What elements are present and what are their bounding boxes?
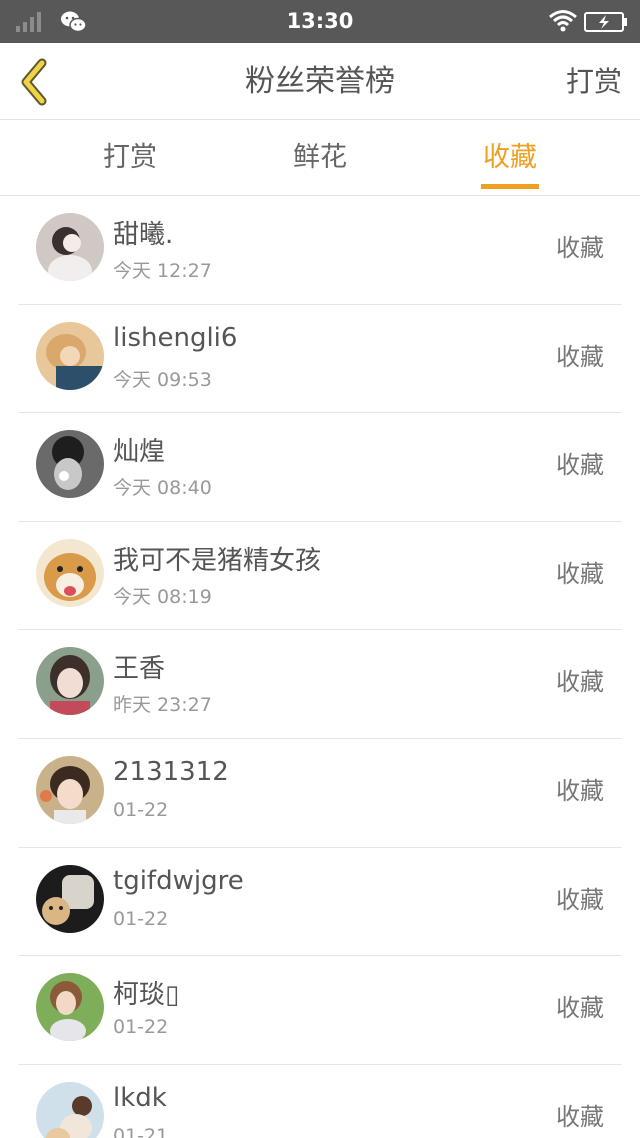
list-item[interactable]: 灿煌 今天 08:40 收藏 xyxy=(0,413,640,522)
timestamp: 01-22 xyxy=(113,798,169,821)
action-label: 收藏 xyxy=(556,234,604,262)
user-name: 柯琰▯ xyxy=(113,980,180,1011)
nav-bar: 粉丝荣誉榜 打赏 xyxy=(0,43,640,120)
timestamp: 今天 08:40 xyxy=(113,477,212,500)
list-item[interactable]: 甜曦. 今天 12:27 收藏 xyxy=(0,196,640,305)
list-item[interactable]: lkdk 01-21 收藏 xyxy=(0,1065,640,1138)
status-time: 13:30 xyxy=(286,9,354,33)
action-label: 收藏 xyxy=(556,559,604,588)
user-name: 王香 xyxy=(113,654,166,685)
tab-active-indicator xyxy=(481,184,539,189)
action-label: 收藏 xyxy=(556,776,604,805)
action-label: 收藏 xyxy=(556,342,604,371)
action-label: 收藏 xyxy=(556,451,604,480)
tab-tip[interactable]: 打赏 xyxy=(70,121,190,196)
timestamp: 01-22 xyxy=(113,907,169,930)
avatar xyxy=(36,647,104,716)
avatar xyxy=(36,864,104,933)
action-label: 收藏 xyxy=(556,668,604,697)
avatar xyxy=(36,321,104,390)
user-name: lkdk xyxy=(113,1082,167,1113)
avatar xyxy=(36,755,104,824)
action-label: 收藏 xyxy=(556,885,604,914)
tab-bar: 打赏 鲜花 收藏 xyxy=(0,121,640,196)
tab-flowers[interactable]: 鲜花 xyxy=(260,121,380,196)
action-label: 收藏 xyxy=(556,994,604,1023)
avatar xyxy=(36,1081,104,1138)
avatar xyxy=(36,430,104,499)
avatar xyxy=(36,973,104,1042)
timestamp: 今天 09:53 xyxy=(113,368,212,391)
timestamp: 01-22 xyxy=(113,1016,169,1039)
timestamp: 01-21 xyxy=(113,1124,169,1138)
timestamp: 今天 08:19 xyxy=(113,585,212,608)
fan-list: 甜曦. 今天 12:27 收藏 lishengli6 今天 09:53 收藏 灿… xyxy=(0,196,640,1138)
tip-button[interactable]: 打赏 xyxy=(566,43,622,120)
user-name: 灿煌 xyxy=(113,437,166,468)
list-item[interactable]: lishengli6 今天 09:53 收藏 xyxy=(0,305,640,414)
user-name: 我可不是猪精女孩 xyxy=(113,545,322,576)
list-item[interactable]: 柯琰▯ 01-22 收藏 xyxy=(0,956,640,1065)
timestamp: 今天 12:27 xyxy=(113,260,212,282)
user-name: 2131312 xyxy=(113,756,229,787)
user-name: 甜曦. xyxy=(113,220,174,250)
battery-icon xyxy=(584,12,627,32)
user-name: tgifdwjgre xyxy=(113,865,244,896)
status-bar: 13:30 xyxy=(0,0,640,43)
list-item[interactable]: 我可不是猪精女孩 今天 08:19 收藏 xyxy=(0,522,640,631)
avatar xyxy=(36,538,104,607)
timestamp: 昨天 23:27 xyxy=(113,694,212,717)
list-item[interactable]: 王香 昨天 23:27 收藏 xyxy=(0,630,640,739)
action-label: 收藏 xyxy=(556,1102,604,1131)
page-title: 粉丝荣誉榜 xyxy=(245,64,395,99)
list-item[interactable]: tgifdwjgre 01-22 收藏 xyxy=(0,848,640,957)
user-name: lishengli6 xyxy=(113,322,238,353)
list-item[interactable]: 2131312 01-22 收藏 xyxy=(0,739,640,848)
wifi-icon xyxy=(549,10,577,32)
avatar xyxy=(36,213,104,281)
